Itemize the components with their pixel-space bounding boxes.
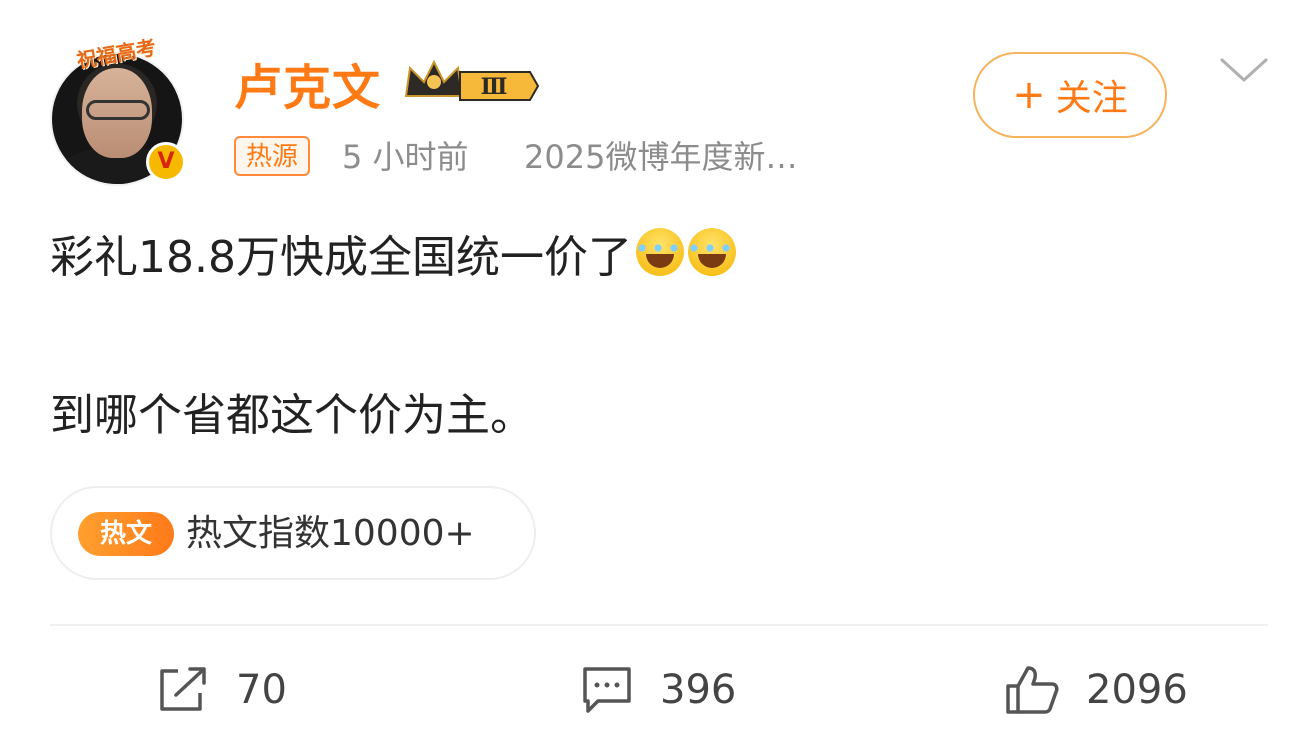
laugh-cry-emoji-icon bbox=[685, 228, 738, 276]
username[interactable]: 卢克文 bbox=[234, 48, 381, 118]
post-text-line-2: 到哪个省都这个价为主。 bbox=[50, 390, 534, 441]
post-text-line-1: 彩礼18.8万快成全国统一价了 bbox=[50, 228, 738, 286]
plus-icon: + bbox=[1012, 72, 1046, 118]
comment-button[interactable]: 396 bbox=[580, 660, 736, 720]
source-tag[interactable]: 热源 bbox=[234, 136, 311, 176]
post-text: 彩礼18.8万快成全国统一价了 bbox=[50, 232, 632, 283]
hot-index-card[interactable]: 热文 热文指数10000+ bbox=[50, 486, 536, 580]
hot-index-text: 热文指数10000+ bbox=[186, 513, 475, 554]
thumbs-up-icon bbox=[1004, 664, 1060, 716]
repost-icon bbox=[156, 665, 210, 715]
verified-badge-icon: V bbox=[146, 142, 186, 182]
like-button[interactable]: 2096 bbox=[1004, 660, 1188, 720]
repost-button[interactable]: 70 bbox=[156, 660, 287, 720]
hot-article-badge: 热文 bbox=[78, 512, 174, 556]
follow-button[interactable]: + 关注 bbox=[973, 52, 1167, 138]
repost-count: 70 bbox=[236, 667, 287, 713]
crown-level-icon[interactable]: Ⅲ bbox=[402, 56, 542, 106]
level-text: Ⅲ bbox=[481, 74, 508, 100]
avatar-glasses bbox=[86, 100, 150, 120]
follow-label: 关注 bbox=[1055, 78, 1128, 119]
avatar-container[interactable]: 祝福高考 V bbox=[46, 35, 192, 188]
laugh-cry-emoji-icon bbox=[633, 228, 686, 276]
comment-icon bbox=[580, 663, 634, 717]
like-count: 2096 bbox=[1086, 667, 1188, 713]
comment-count: 396 bbox=[660, 667, 737, 713]
chevron-down-icon[interactable] bbox=[1216, 50, 1272, 90]
post-time: 5 小时前 bbox=[342, 138, 469, 176]
user-title[interactable]: 2025微博年度新… bbox=[524, 136, 797, 178]
divider bbox=[50, 624, 1268, 626]
